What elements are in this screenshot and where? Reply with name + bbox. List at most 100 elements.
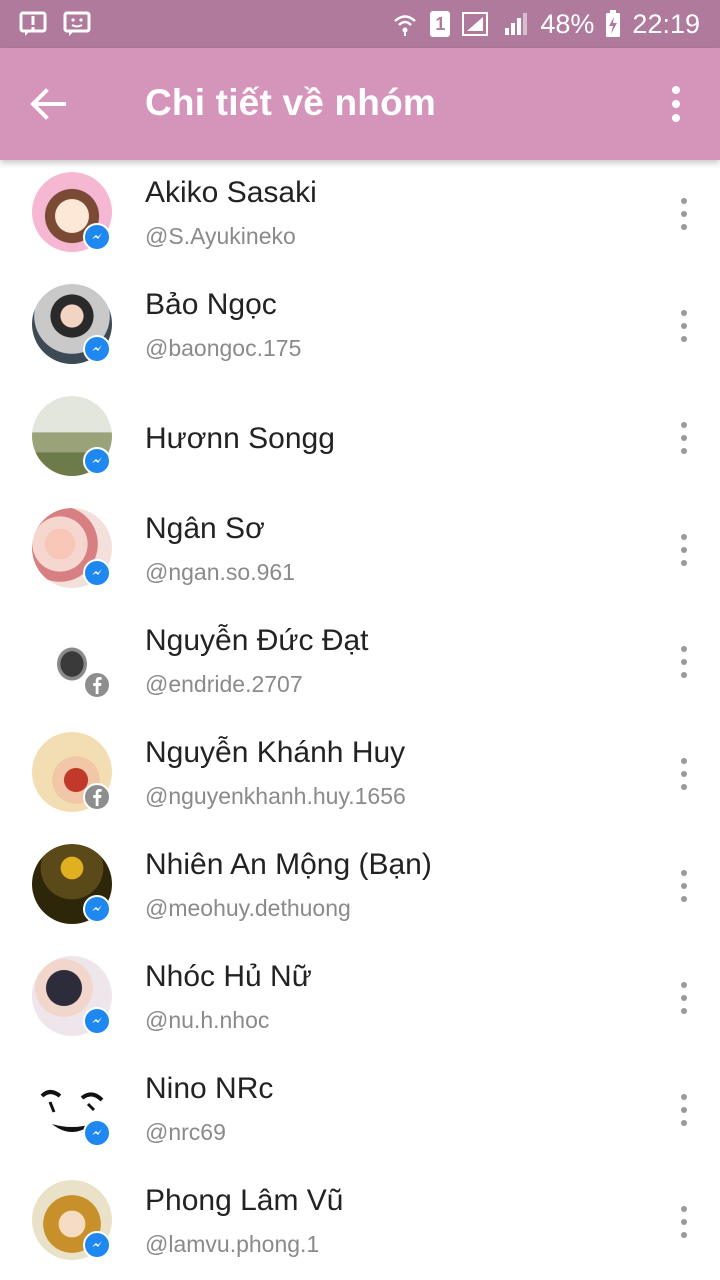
facebook-badge-icon <box>83 783 111 811</box>
status-bar: 1 48% 22:19 <box>0 0 720 48</box>
more-vertical-dot <box>681 1232 687 1238</box>
member-row[interactable]: Hươnn Songg <box>0 384 720 496</box>
member-handle: @endride.2707 <box>145 671 303 697</box>
member-handle: @meohuy.dethuong <box>145 895 351 921</box>
messenger-badge-icon <box>83 447 111 475</box>
status-right: 1 48% 22:19 <box>390 9 700 40</box>
member-menu-button[interactable] <box>678 1206 690 1238</box>
member-name: Hươnn Songg <box>145 422 335 455</box>
member-row[interactable]: Bảo Ngọc @baongoc.175 <box>0 272 720 384</box>
member-name: Nguyễn Khánh Huy <box>145 736 406 769</box>
messenger-badge-icon <box>83 223 111 251</box>
member-menu-button[interactable] <box>678 758 690 790</box>
more-vertical-icon <box>681 534 687 540</box>
member-menu-button[interactable] <box>678 982 690 1014</box>
more-vertical-dot <box>681 659 687 665</box>
member-name: Nhóc Hủ Nữ <box>145 960 312 993</box>
member-handle: @nguyenkhanh.huy.1656 <box>145 783 406 809</box>
face-icon <box>62 10 92 38</box>
facebook-badge-icon <box>83 671 111 699</box>
messenger-badge-icon <box>83 1119 111 1147</box>
member-menu-button[interactable] <box>678 870 690 902</box>
member-row[interactable]: Ngân Sơ @ngan.so.961 <box>0 496 720 608</box>
more-vertical-dot <box>681 435 687 441</box>
alert-icon <box>18 10 48 38</box>
member-menu-button[interactable] <box>678 422 690 454</box>
messenger-badge-icon <box>83 895 111 923</box>
member-menu-button[interactable] <box>678 1094 690 1126</box>
more-vertical-icon <box>681 1206 687 1212</box>
member-row[interactable]: Akiko Sasaki @S.Ayukineko <box>0 160 720 272</box>
more-vertical-dot <box>681 547 687 553</box>
member-handle: @ngan.so.961 <box>145 559 295 585</box>
member-handle: @nu.h.nhoc <box>145 1007 270 1033</box>
more-vertical-dot <box>681 1008 687 1014</box>
member-menu-button[interactable] <box>678 310 690 342</box>
arrow-left-icon <box>30 88 66 120</box>
page-title: Chi tiết về nhóm <box>145 82 436 123</box>
more-vertical-dot <box>681 211 687 217</box>
more-vertical-dot <box>672 114 680 122</box>
more-vertical-dot <box>681 784 687 790</box>
member-row[interactable]: Nino NRc @nrc69 <box>0 1056 720 1168</box>
more-vertical-icon <box>681 310 687 316</box>
more-vertical-dot <box>681 448 687 454</box>
member-name: Akiko Sasaki <box>145 176 317 209</box>
messenger-badge-icon <box>83 1231 111 1259</box>
member-handle: @baongoc.175 <box>145 335 302 361</box>
member-name: Bảo Ngọc <box>145 288 277 321</box>
member-row[interactable]: Phong Lâm Vũ @lamvu.phong.1 <box>0 1168 720 1280</box>
sim-icon: 1 <box>430 11 451 37</box>
more-vertical-dot <box>681 1107 687 1113</box>
more-vertical-dot <box>672 100 680 108</box>
member-menu-button[interactable] <box>678 534 690 566</box>
member-handle: @lamvu.phong.1 <box>145 1231 320 1257</box>
member-list: Akiko Sasaki @S.Ayukineko Bảo Ngọc @baon… <box>0 160 720 1280</box>
more-vertical-dot <box>681 883 687 889</box>
more-vertical-dot <box>681 323 687 329</box>
member-row[interactable]: Nhóc Hủ Nữ @nu.h.nhoc <box>0 944 720 1056</box>
more-vertical-dot <box>681 1219 687 1225</box>
more-vertical-dot <box>681 896 687 902</box>
signal-icon <box>460 10 490 38</box>
more-vertical-icon <box>681 422 687 428</box>
member-name: Nino NRc <box>145 1072 274 1105</box>
member-name: Nhiên An Mộng (Bạn) <box>145 848 432 881</box>
member-handle: @S.Ayukineko <box>145 223 296 249</box>
messenger-badge-icon <box>83 335 111 363</box>
battery-icon <box>604 10 622 38</box>
more-vertical-dot <box>681 224 687 230</box>
messenger-badge-icon <box>83 1007 111 1035</box>
member-handle: @nrc69 <box>145 1119 226 1145</box>
more-vertical-icon <box>681 646 687 652</box>
more-vertical-dot <box>681 771 687 777</box>
member-menu-button[interactable] <box>678 198 690 230</box>
member-row[interactable]: Nguyễn Đức Đạt @endride.2707 <box>0 608 720 720</box>
more-vertical-dot <box>681 336 687 342</box>
member-row[interactable]: Nhiên An Mộng (Bạn) @meohuy.dethuong <box>0 832 720 944</box>
more-vertical-icon <box>681 982 687 988</box>
member-name: Phong Lâm Vũ <box>145 1184 344 1217</box>
messenger-badge-icon <box>83 559 111 587</box>
member-name: Nguyễn Đức Đạt <box>145 624 369 657</box>
wifi-icon <box>390 10 420 38</box>
more-vertical-icon <box>672 86 680 94</box>
more-vertical-icon <box>681 758 687 764</box>
status-left <box>18 10 92 38</box>
member-menu-button[interactable] <box>678 646 690 678</box>
more-vertical-dot <box>681 995 687 1001</box>
back-button[interactable] <box>26 82 70 126</box>
member-name: Ngân Sơ <box>145 512 265 545</box>
member-row[interactable]: Nguyễn Khánh Huy @nguyenkhanh.huy.1656 <box>0 720 720 832</box>
more-vertical-icon <box>681 1094 687 1100</box>
battery-percent: 48% <box>540 8 595 39</box>
overflow-menu-button[interactable] <box>660 84 692 124</box>
more-vertical-dot <box>681 672 687 678</box>
more-vertical-dot <box>681 1120 687 1126</box>
more-vertical-icon <box>681 870 687 876</box>
clock: 22:19 <box>632 8 700 39</box>
app-bar: Chi tiết về nhóm <box>0 48 720 160</box>
more-vertical-dot <box>681 560 687 566</box>
more-vertical-icon <box>681 198 687 204</box>
signal-icon <box>500 10 530 38</box>
